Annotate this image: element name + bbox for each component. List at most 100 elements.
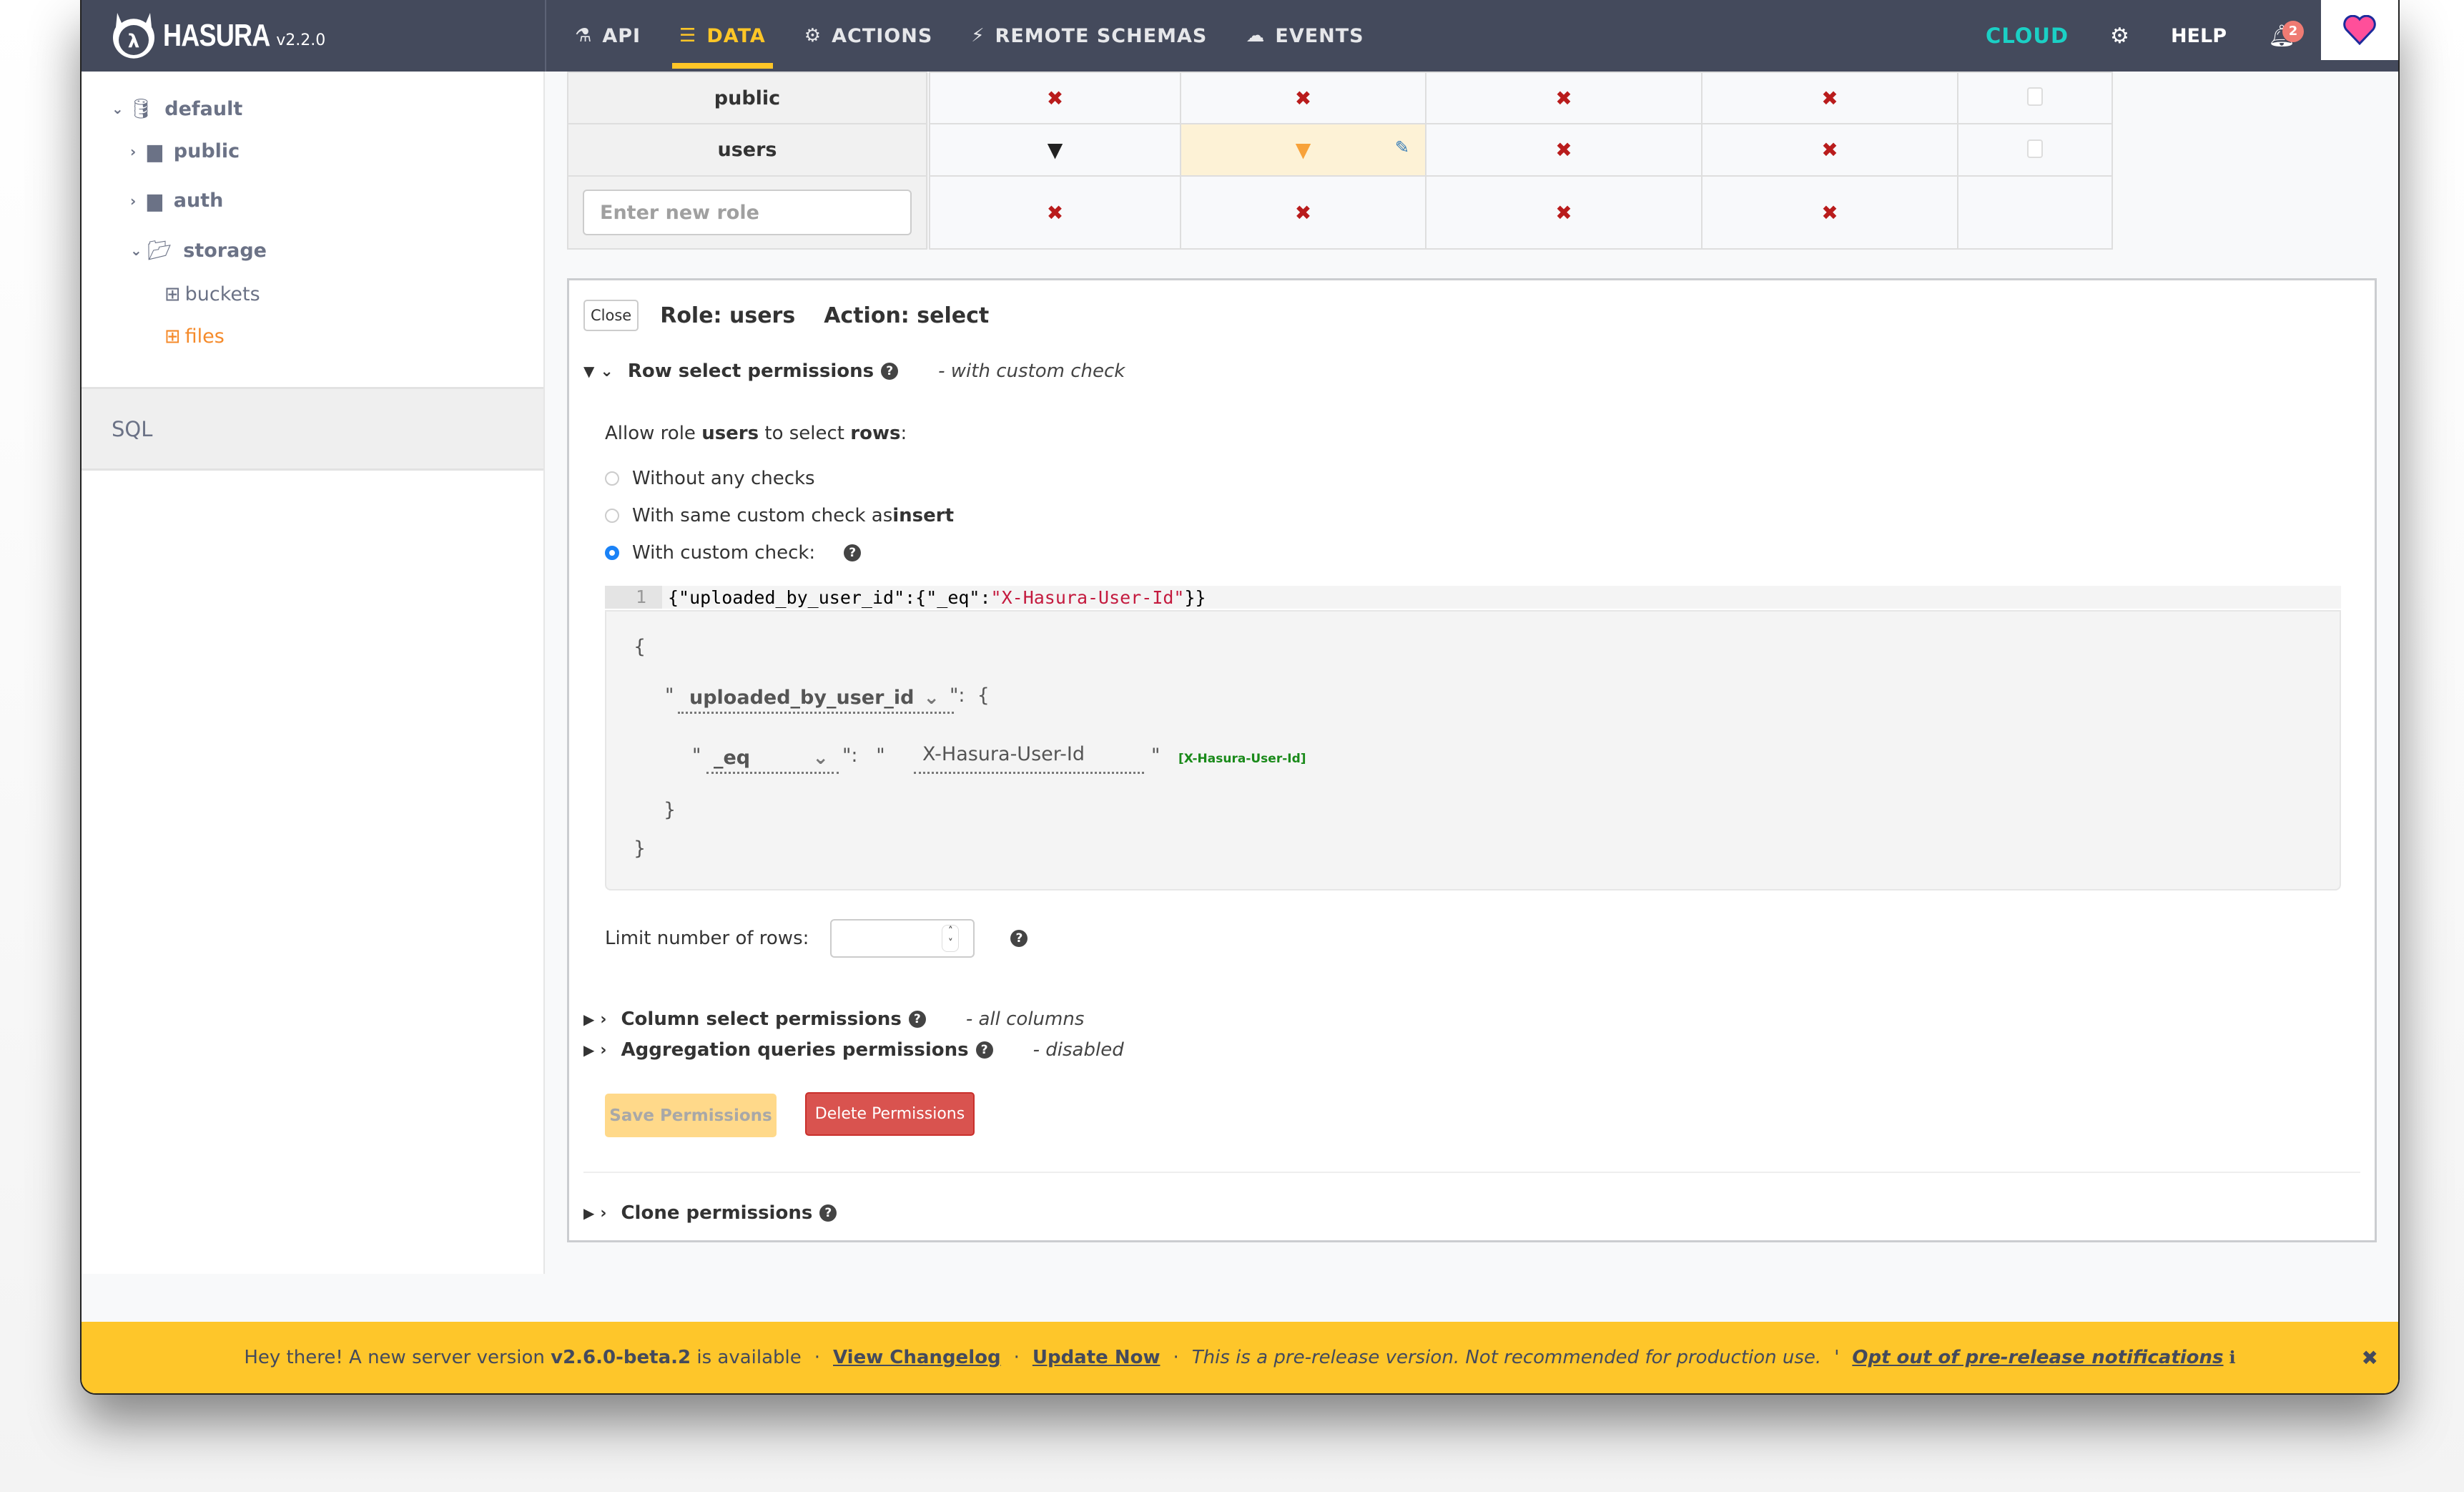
close-banner-icon[interactable]: ✖	[2362, 1346, 2378, 1370]
radio-without-checks[interactable]: Without any checks	[605, 468, 815, 489]
session-variable-suggestion[interactable]: [X-Hasura-User-Id]	[1178, 752, 1306, 766]
save-permissions-button[interactable]: Save Permissions	[605, 1094, 777, 1137]
column-permissions-toggle[interactable]: ▶ › Column select permissions ? - all co…	[583, 1008, 1084, 1030]
bulk-select-cell	[1957, 175, 2113, 250]
radio-button[interactable]	[605, 509, 619, 523]
value-input[interactable]: X-Hasura-User-Id	[914, 743, 1144, 774]
nav-remote-schemas[interactable]: ⚡ REMOTE SCHEMAS	[971, 0, 1207, 72]
delete-cell[interactable]: ✖	[1701, 123, 1958, 177]
text: rows	[850, 423, 901, 444]
help-icon[interactable]: ?	[819, 1204, 837, 1222]
separator: ·	[814, 1347, 821, 1368]
brand[interactable]: λ HASURA v2.2.0	[82, 0, 546, 72]
editor-header: Close Role: users Action: select	[583, 300, 1017, 331]
text: users	[701, 423, 759, 444]
aggregation-permissions-toggle[interactable]: ▶ › Aggregation queries permissions ? - …	[583, 1039, 1124, 1061]
limit-rows: Limit number of rows: ˄ ˅ ?	[605, 919, 1028, 958]
delete-cell[interactable]: ✖	[1701, 175, 1958, 250]
delete-cell[interactable]: ✖	[1701, 72, 1958, 124]
bulk-checkbox[interactable]	[2027, 139, 2043, 158]
view-changelog-link[interactable]: View Changelog	[833, 1347, 1001, 1368]
no-access-icon: ✖	[1821, 86, 1838, 110]
chevron-down-icon: ⌄	[812, 746, 829, 769]
radio-same-as-insert[interactable]: With same custom check as insert	[605, 505, 954, 526]
insert-cell[interactable]: ▼	[927, 123, 1181, 177]
limit-rows-input[interactable]: ˄ ˅	[830, 919, 975, 958]
version-label: v2.2.0	[276, 31, 326, 49]
new-role-input[interactable]	[583, 190, 912, 235]
quote-colon: ": {	[950, 684, 990, 707]
svg-text:λ: λ	[128, 31, 139, 52]
tree-label: auth	[173, 190, 224, 212]
column-value: uploaded_by_user_id	[689, 686, 915, 709]
row-permissions-toggle[interactable]: ▼ ⌄ Row select permissions ? - with cust…	[583, 360, 1125, 382]
value-text: X-Hasura-User-Id	[922, 743, 1085, 765]
update-cell[interactable]: ✖	[1425, 175, 1702, 250]
no-access-icon: ✖	[1555, 138, 1572, 162]
update-cell[interactable]: ✖	[1425, 72, 1702, 124]
tree-database-default[interactable]: ⌄ 🛢︎ default	[112, 97, 242, 121]
bulk-select-cell[interactable]	[1957, 123, 2113, 177]
bulk-select-cell[interactable]	[1957, 72, 2113, 124]
bulk-checkbox[interactable]	[2027, 87, 2043, 106]
database-icon: ☰	[679, 25, 697, 46]
delete-permissions-button[interactable]: Delete Permissions	[805, 1092, 975, 1136]
nav-api[interactable]: ⚗ API	[575, 0, 641, 72]
radio-custom-check[interactable]: With custom check: ?	[605, 542, 862, 564]
tree-schema-auth[interactable]: › ▆ auth	[130, 190, 223, 212]
select-cell-selected[interactable]: ▼ ✎	[1180, 123, 1426, 177]
nav-label: API	[602, 24, 641, 47]
tree-table-buckets[interactable]: ⊞ buckets	[164, 283, 260, 305]
allow-text: Allow role users to select rows:	[605, 423, 907, 444]
settings-gear-icon[interactable]: ⚙	[2110, 24, 2129, 49]
radio-label: Without any checks	[632, 468, 815, 489]
nav-events[interactable]: ☁ EVENTS	[1246, 0, 1364, 72]
triangle-down-icon: ▼	[583, 363, 595, 380]
table-icon: ⊞	[164, 283, 181, 305]
radio-label: With same custom check as	[632, 505, 893, 526]
insert-cell[interactable]: ✖	[927, 72, 1181, 124]
json-code-editor[interactable]: 1 {"uploaded_by_user_id":{"_eq": "X-Hasur…	[605, 586, 2341, 609]
radio-button-selected[interactable]	[605, 546, 619, 560]
tree-label: storage	[183, 239, 267, 262]
heart-icon	[2343, 15, 2376, 45]
close-button[interactable]: Close	[583, 300, 639, 331]
code-text: {"uploaded_by_user_id":{"_eq":	[668, 587, 991, 608]
action-title: Action: select	[824, 303, 990, 328]
nav-label: EVENTS	[1275, 24, 1364, 47]
tree-schema-public[interactable]: › ▆ public	[130, 140, 240, 162]
notifications-button[interactable]: 🔔︎ 2	[2268, 20, 2304, 49]
clone-permissions-toggle[interactable]: ▶ › Clone permissions ?	[583, 1202, 837, 1224]
select-cell[interactable]: ✖	[1180, 175, 1426, 250]
help-menu[interactable]: HELP	[2171, 25, 2227, 47]
radio-button[interactable]	[605, 471, 619, 486]
help-icon[interactable]: ?	[1010, 930, 1028, 947]
help-icon[interactable]: ?	[881, 363, 899, 380]
nav-data[interactable]: ☰ DATA	[672, 0, 773, 72]
sidebar-sql-link[interactable]: SQL	[82, 387, 543, 471]
section-note: - disabled	[1033, 1039, 1124, 1061]
permissions-table: public ✖ ✖ ✖ ✖ users ▼ ▼✎ ✖ ✖ ✖ ✖ ✖ ✖	[567, 72, 2113, 250]
text: to select	[759, 423, 851, 444]
operator-select[interactable]: _eq ⌄	[706, 743, 839, 774]
update-cell[interactable]: ✖	[1425, 123, 1702, 177]
number-spinner[interactable]: ˄ ˅	[942, 925, 960, 952]
select-cell[interactable]: ✖	[1180, 72, 1426, 124]
insert-cell[interactable]: ✖	[927, 175, 1181, 250]
cloud-link[interactable]: CLOUD	[1986, 24, 2069, 48]
divider	[583, 1172, 2360, 1173]
column-select[interactable]: uploaded_by_user_id ⌄	[678, 683, 954, 714]
tree-table-files[interactable]: ⊞ files	[164, 325, 225, 348]
tree-label: public	[173, 140, 240, 162]
help-icon[interactable]: ?	[975, 1041, 993, 1059]
love-button[interactable]	[2321, 0, 2398, 60]
tree-schema-storage[interactable]: ⌄ 📂︎ storage	[130, 239, 267, 262]
help-icon[interactable]: ?	[844, 544, 862, 561]
banner-text: is available	[691, 1347, 802, 1368]
opt-out-link[interactable]: Opt out of pre-release notifications	[1852, 1347, 2223, 1368]
quote: "	[692, 745, 701, 767]
nav-actions[interactable]: ⚙ ACTIONS	[804, 0, 932, 72]
tree-label: files	[184, 325, 225, 348]
update-now-link[interactable]: Update Now	[1033, 1347, 1160, 1368]
help-icon[interactable]: ?	[908, 1011, 926, 1028]
